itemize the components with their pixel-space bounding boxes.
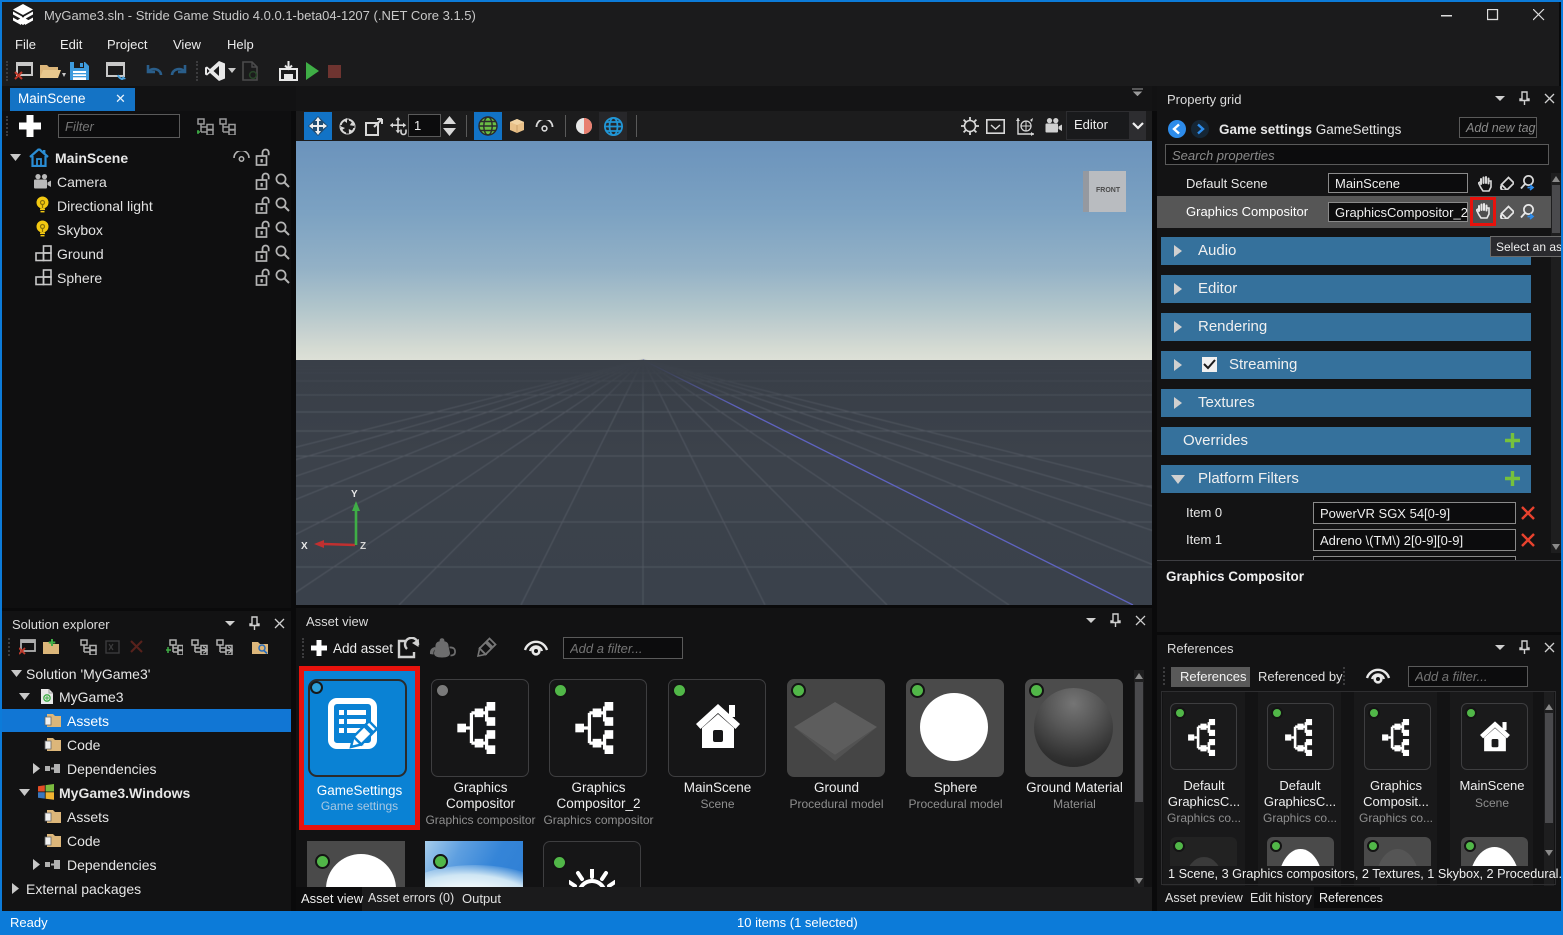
svg-text:Y: Y <box>351 489 358 500</box>
svg-text:Z: Z <box>360 541 366 552</box>
svg-text:X: X <box>301 541 308 552</box>
